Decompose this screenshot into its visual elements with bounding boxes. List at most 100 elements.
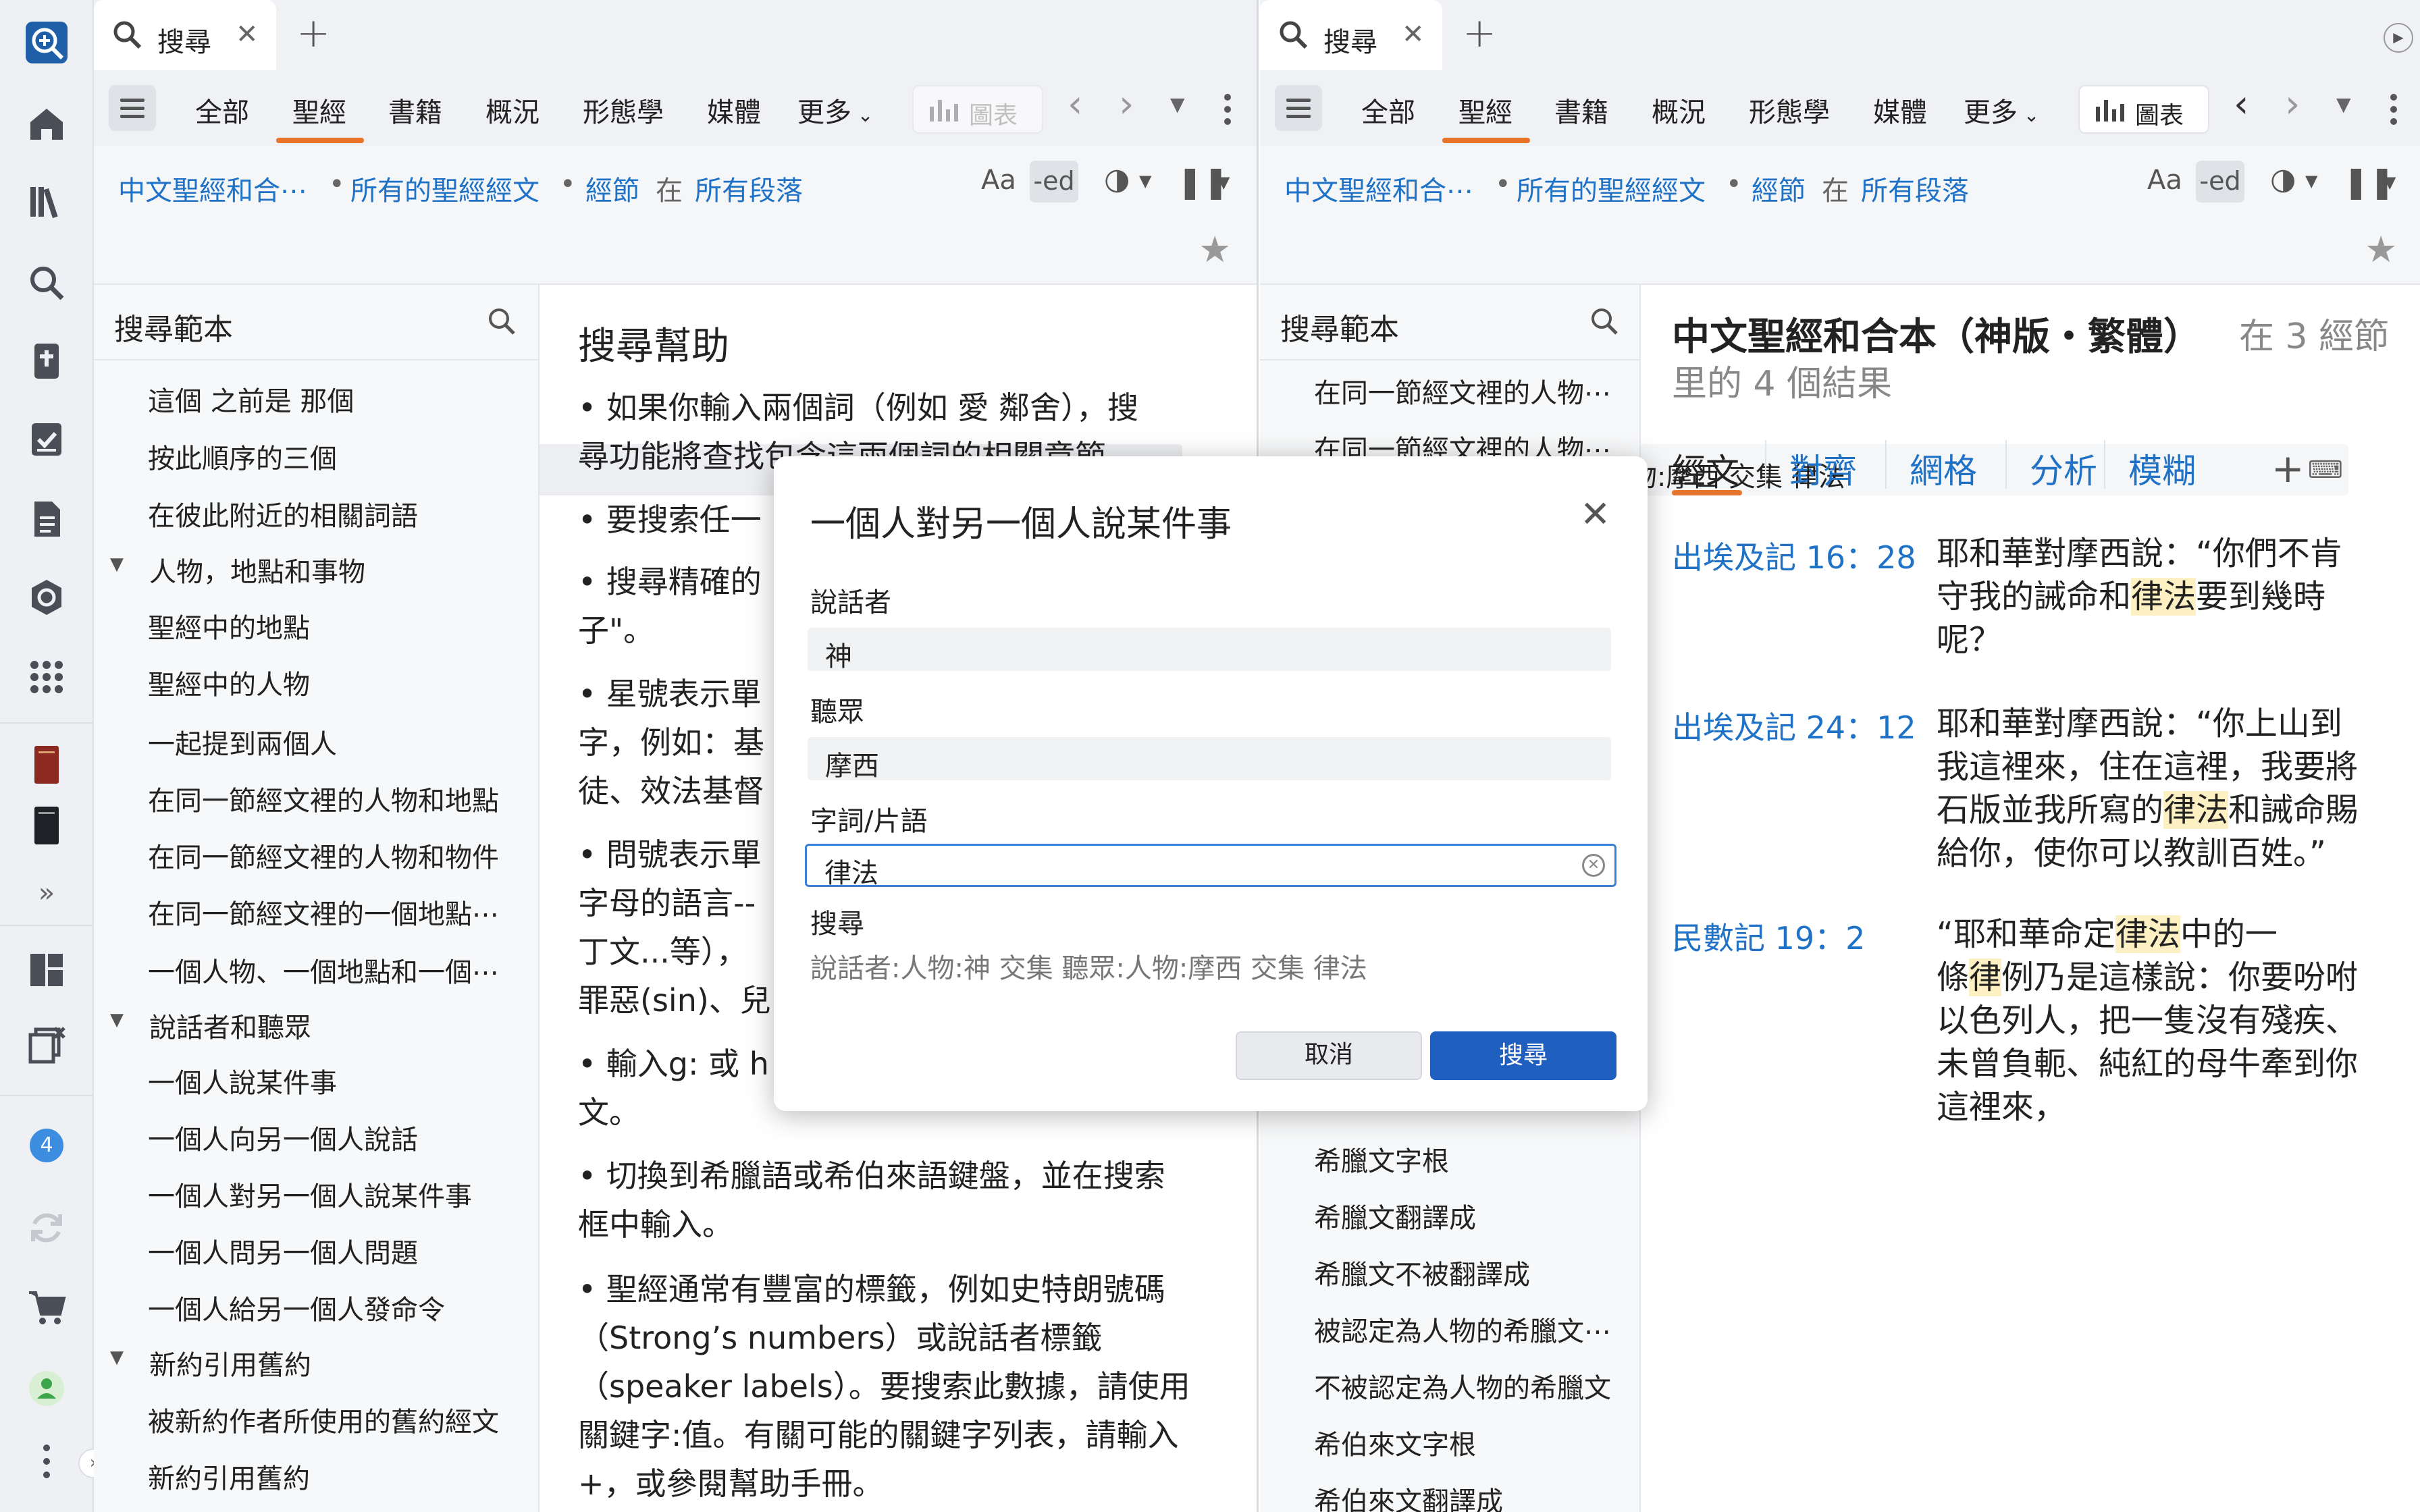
library-icon[interactable] [24, 180, 69, 224]
sample-item[interactable]: 一個人給另一個人發命令 [148, 1288, 445, 1327]
keyboard-icon[interactable]: ⌨ [2308, 456, 2343, 484]
back-arrow-icon[interactable]: ‹ [1068, 82, 1082, 126]
tab-aligned[interactable]: 對齊 [1789, 444, 1857, 493]
sample-item[interactable]: 在同一節經文裡的一個地點⋯ [148, 892, 499, 932]
tab-all[interactable]: 全部 [1361, 90, 1415, 130]
close-icon[interactable]: ✕ [236, 19, 259, 50]
add-icon[interactable]: + [2271, 446, 2305, 491]
history-dropdown-icon[interactable]: ▼ [1170, 93, 1185, 115]
chart-button[interactable]: 圖表 [2078, 85, 2209, 134]
search-button[interactable]: 搜尋 [1430, 1031, 1616, 1080]
play-icon[interactable]: ▶ [2384, 23, 2413, 53]
chevron-down-icon[interactable]: ▼ [1217, 173, 1230, 192]
search-icon[interactable] [24, 261, 69, 305]
sample-item[interactable]: 聖經中的人物 [148, 663, 310, 702]
sample-item[interactable]: 一個人問另一個人問題 [148, 1231, 418, 1270]
sample-item[interactable]: 這個 之前是 那個 [148, 379, 354, 418]
sample-item[interactable]: 一個人物、一個地點和一個⋯ [148, 950, 499, 990]
sample-item[interactable]: 一個人說某件事 [148, 1061, 337, 1100]
chevron-down-icon[interactable]: ▼ [1139, 171, 1151, 190]
match-accents-icon[interactable]: -ed [1030, 161, 1078, 202]
tab-media[interactable]: 媒體 [707, 90, 761, 130]
tab-books[interactable]: 書籍 [388, 90, 442, 130]
tab-grid[interactable]: 網格 [1910, 444, 1977, 493]
shield-icon[interactable] [24, 575, 69, 620]
tab-overview[interactable]: 概況 [1652, 90, 1706, 130]
user-avatar-icon[interactable] [24, 1366, 69, 1411]
chart-button[interactable]: 圖表 [912, 85, 1043, 134]
home-icon[interactable] [24, 101, 69, 146]
black-book-icon[interactable] [24, 803, 69, 848]
bible-icon[interactable] [24, 339, 69, 383]
sample-item[interactable]: 被認定為人物的希臘文⋯ [1314, 1310, 1611, 1349]
more-options-icon[interactable] [24, 1439, 69, 1484]
tab-bible[interactable]: 聖經 [292, 90, 346, 130]
sample-item[interactable]: 按此順序的三個 [148, 437, 337, 476]
tab-analysis[interactable]: 分析 [2030, 444, 2097, 493]
expand-rail-icon[interactable]: » [24, 871, 69, 915]
sample-item[interactable]: 在彼此附近的相關詞語 [148, 494, 418, 533]
close-panels-icon[interactable] [24, 1023, 69, 1068]
panel-options-icon[interactable] [1223, 93, 1232, 126]
search-icon[interactable] [1589, 306, 1619, 336]
tab-more[interactable]: 更多 ⌄ [797, 90, 873, 130]
crumb-range[interactable]: 所有的聖經經文 [350, 169, 540, 208]
sample-item[interactable]: 一起提到兩個人 [148, 722, 337, 761]
highlight-icon[interactable]: ◑ [1104, 162, 1130, 196]
tab-search[interactable]: 搜尋 ✕ [1260, 0, 1442, 70]
tab-more[interactable]: 更多 ⌄ [1964, 90, 2039, 130]
audience-field[interactable]: 摩西 [808, 737, 1611, 782]
sample-item[interactable]: 在同一節經文裡的人物⋯ [1314, 371, 1611, 410]
match-case-icon[interactable]: Aa [2147, 165, 2182, 196]
close-icon[interactable]: ✕ [1580, 493, 1610, 535]
document-icon[interactable] [24, 497, 69, 541]
tab-bible[interactable]: 聖經 [1458, 90, 1512, 130]
match-case-icon[interactable]: Aa [981, 165, 1016, 196]
verse-reference[interactable]: 出埃及記 16：28 [1672, 533, 1916, 578]
tab-all[interactable]: 全部 [195, 90, 249, 130]
close-icon[interactable]: ✕ [1402, 19, 1425, 50]
new-tab-button[interactable]: + [296, 9, 330, 57]
sample-item[interactable]: 希臘文字根 [1314, 1139, 1449, 1179]
chevron-down-icon[interactable]: ▼ [2384, 173, 2396, 192]
highlight-icon[interactable]: ◑ [2270, 162, 2296, 196]
tab-morphology[interactable]: 形態學 [583, 90, 664, 130]
panel-menu-button[interactable] [109, 85, 156, 131]
red-book-icon[interactable] [24, 742, 69, 787]
cart-icon[interactable] [24, 1285, 69, 1330]
sample-item[interactable]: 希伯來文字根 [1314, 1423, 1476, 1462]
tab-text[interactable]: 經文 [1672, 444, 1739, 493]
favorite-star-icon[interactable]: ★ [1199, 228, 1231, 271]
crumb-fields[interactable]: 所有段落 [1861, 169, 1969, 208]
crumb-fields[interactable]: 所有段落 [695, 169, 803, 208]
sample-group[interactable]: 說話者和聽眾 [149, 1006, 311, 1045]
tab-fuzzy[interactable]: 模糊 [2128, 444, 2196, 493]
sample-item[interactable]: 希臘文不被翻譯成 [1314, 1253, 1530, 1292]
dashboard-icon[interactable] [24, 948, 69, 992]
crumb-resource[interactable]: 中文聖經和合⋯ [1284, 169, 1473, 208]
notification-badge[interactable]: 4 [24, 1123, 69, 1168]
sample-item[interactable]: 在同一節經文裡的人物和物件 [148, 836, 499, 875]
favorite-star-icon[interactable]: ★ [2365, 228, 2397, 271]
tab-morphology[interactable]: 形態學 [1749, 90, 1830, 130]
sample-item[interactable]: 不被認定為人物的希臘文 [1314, 1366, 1611, 1405]
expand-toggle-icon[interactable]: ▼ [110, 1010, 124, 1030]
sample-group[interactable]: 新約引用舊約 [149, 1343, 311, 1382]
search-icon[interactable] [487, 306, 517, 336]
sample-group[interactable]: 人物，地點和事物 [149, 550, 365, 589]
panel-options-icon[interactable] [2389, 93, 2398, 126]
crumb-unit[interactable]: 經節 [1752, 169, 1806, 208]
back-arrow-icon[interactable]: ‹ [2234, 82, 2248, 126]
speaker-field[interactable]: 神 [808, 628, 1611, 672]
history-dropdown-icon[interactable]: ▼ [2336, 93, 2351, 115]
crumb-range[interactable]: 所有的聖經經文 [1517, 169, 1706, 208]
verse-reference[interactable]: 民數記 19：2 [1672, 914, 1865, 959]
expand-toggle-icon[interactable]: ▼ [110, 1347, 124, 1368]
sync-icon[interactable] [24, 1206, 69, 1250]
match-accents-icon[interactable]: -ed [2196, 161, 2244, 202]
sample-item[interactable]: 一個人對另一個人說某件事 [148, 1174, 472, 1214]
forward-arrow-icon[interactable]: › [2285, 82, 2300, 126]
forward-arrow-icon[interactable]: › [1119, 82, 1134, 126]
sample-item[interactable]: 被新約作者所使用的舊約經文 [148, 1400, 499, 1439]
result-resource-title[interactable]: 中文聖經和合本（神版・繁體） [1672, 306, 2201, 361]
